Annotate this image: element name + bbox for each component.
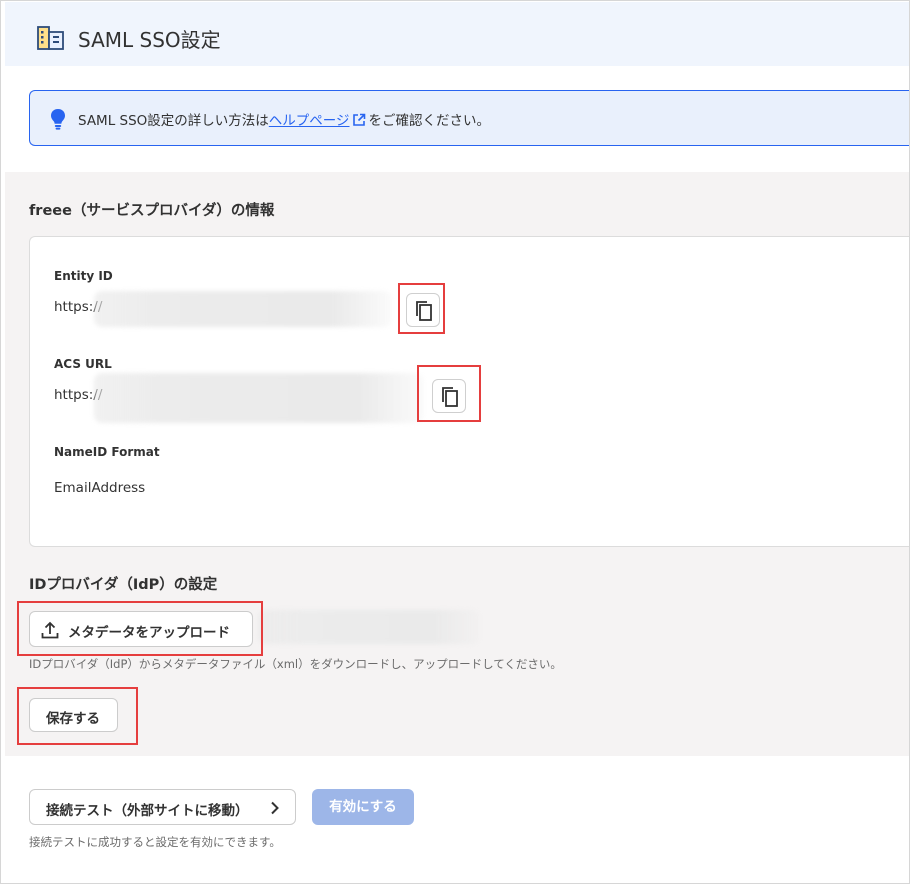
upload-hint: IDプロバイダ（IdP）からメタデータファイル（xml）をダウンロードし、アップ… — [29, 657, 562, 671]
page-title: SAML SSO設定 — [78, 28, 221, 52]
entity-id-label: Entity ID — [54, 269, 113, 283]
nameid-format-value: EmailAddress — [54, 480, 146, 496]
sp-section-title: freee（サービスプロバイダ）の情報 — [29, 203, 275, 219]
lightbulb-icon — [50, 108, 66, 130]
highlight-upload-button — [17, 601, 263, 656]
footer-hint: 接続テストに成功すると設定を有効にできます。 — [29, 835, 281, 849]
page-header: SAML SSO設定 — [5, 2, 909, 66]
info-banner: SAML SSO設定の詳しい方法はヘルプページ をご確認ください。 — [29, 90, 909, 146]
idp-section-title: IDプロバイダ（IdP）の設定 — [29, 577, 218, 593]
external-link-icon — [352, 113, 366, 131]
uploaded-file-masked — [258, 610, 480, 644]
highlight-save-button — [17, 687, 138, 745]
entity-id-masked-value — [94, 291, 392, 327]
enable-button[interactable]: 有効にする — [312, 789, 414, 825]
building-settings-icon — [37, 26, 65, 50]
info-text-before: SAML SSO設定の詳しい方法は — [78, 113, 269, 129]
acs-url-masked-value — [94, 373, 424, 423]
info-text-after: をご確認ください。 — [368, 113, 491, 129]
info-banner-text: SAML SSO設定の詳しい方法はヘルプページ をご確認ください。 — [78, 109, 490, 131]
chevron-right-icon — [270, 801, 280, 819]
nameid-format-label: NameID Format — [54, 445, 160, 459]
highlight-copy-acs-url — [417, 365, 481, 422]
help-page-link[interactable]: ヘルプページ — [269, 113, 350, 129]
highlight-copy-entity-id — [398, 283, 445, 334]
acs-url-label: ACS URL — [54, 357, 112, 371]
connection-test-button[interactable]: 接続テスト（外部サイトに移動） — [29, 789, 296, 825]
connection-test-label: 接続テスト（外部サイトに移動） — [46, 803, 249, 819]
